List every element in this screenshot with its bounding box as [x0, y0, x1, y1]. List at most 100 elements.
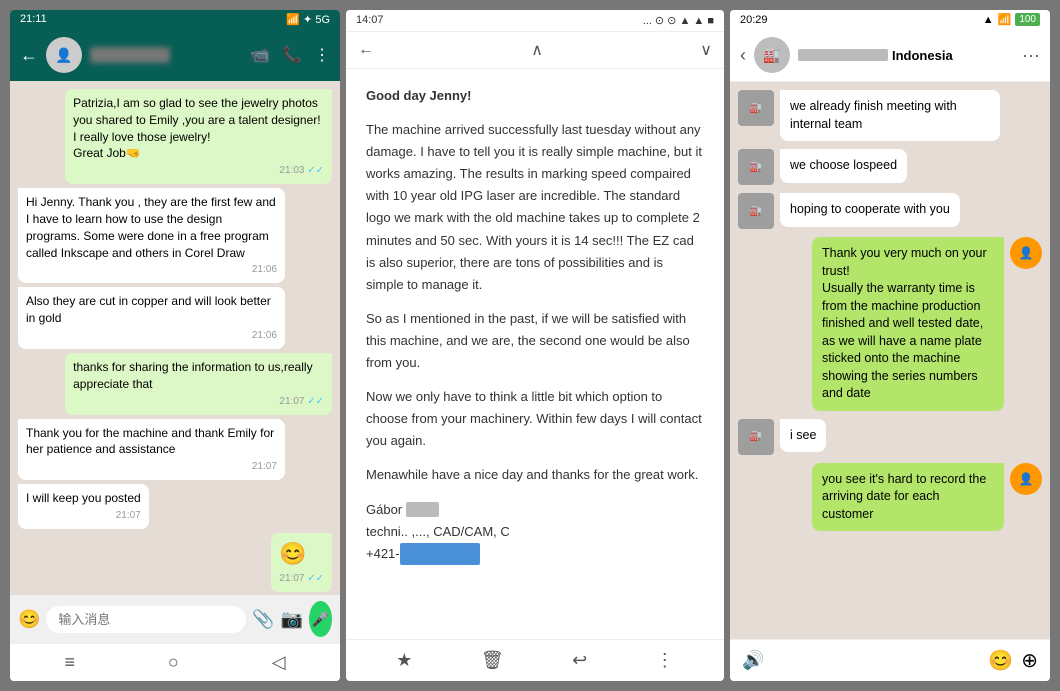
signal-icons-1: 📶 ✦ 5G	[286, 13, 330, 26]
email-paragraph-4: Menawhile have a nice day and thanks for…	[366, 464, 704, 486]
video-call-icon[interactable]: 📹	[250, 45, 270, 65]
contact-name-1: Pa—ti	[90, 47, 242, 63]
message-item: 🏭 we choose lospeed	[738, 149, 1042, 185]
audio-button[interactable]: 🔊	[742, 650, 764, 671]
battery-icon-3: 100	[1015, 13, 1040, 26]
message-item: 😊 21:07 ✓✓	[271, 533, 332, 592]
message-time: 21:07	[26, 460, 277, 474]
emoji-button[interactable]: 😊	[18, 609, 40, 630]
message-bubble: Thank you very much on your trust!Usuall…	[812, 237, 1004, 411]
message-input[interactable]	[46, 606, 246, 633]
sender-thumbnail: 🏭	[738, 193, 774, 229]
message-item: Patrizia,I am so glad to see the jewelry…	[65, 89, 332, 184]
chat-header-1: ← 👤 Pa—ti 📹 📞 ⋮	[10, 29, 340, 81]
message-item: Thank you very much on your trust!Usuall…	[812, 237, 1042, 411]
voice-message-button[interactable]: 🎤	[309, 601, 332, 637]
chat-header-3: ‹ 🏭 Indonesia ···	[730, 29, 1050, 82]
message-item: you see it's hard to record the arriving…	[812, 463, 1042, 532]
sender-thumbnail: 🏭	[738, 149, 774, 185]
back-button-1[interactable]: ←	[20, 45, 38, 66]
blurred-name	[798, 49, 888, 61]
star-button[interactable]: ★	[396, 650, 412, 671]
email-nav: ← ∧ ∨	[346, 32, 724, 69]
more-options-button[interactable]: ⋮	[656, 650, 674, 671]
email-greeting: Good day Jenny!	[366, 85, 704, 107]
scroll-down-icon[interactable]: ∨	[700, 40, 712, 60]
voice-call-icon[interactable]: 📞	[282, 45, 302, 65]
message-time: 21:07 ✓✓	[73, 395, 324, 409]
camera-button[interactable]: 📷	[281, 609, 303, 630]
email-paragraph-3: Now we only have to think a little bit w…	[366, 386, 704, 452]
home-icon[interactable]: ○	[168, 652, 179, 673]
chat-messages-3: 🏭 we already finish meeting with interna…	[730, 82, 1050, 639]
header-action-icons: 📹 📞 ⋮	[250, 45, 330, 65]
message-item: I will keep you posted 21:07	[18, 484, 149, 529]
more-options-button-3[interactable]: ···	[1022, 45, 1040, 66]
time-3: 20:29	[740, 14, 768, 26]
email-body: Good day Jenny! The machine arrived succ…	[346, 69, 724, 639]
message-item: Thank you for the machine and thank Emil…	[18, 419, 285, 481]
more-options-icon[interactable]: ⋮	[314, 45, 330, 65]
message-bubble: we choose lospeed	[780, 149, 907, 183]
status-icons-2: ... ⊙ ⊙ ▲ ▲ ■	[643, 14, 714, 27]
scroll-up-icon[interactable]: ∧	[531, 40, 543, 60]
message-text: Hi Jenny. Thank you , they are the first…	[26, 194, 277, 261]
email-message-panel: 14:07 ... ⊙ ⊙ ▲ ▲ ■ ← ∧ ∨ Good day Jenny…	[346, 10, 724, 681]
message-time: 21:06	[26, 329, 277, 343]
wifi-icon-3: 📶	[998, 13, 1012, 26]
status-bar-2: 14:07 ... ⊙ ⊙ ▲ ▲ ■	[346, 10, 724, 32]
message-bubble: we already finish meeting with internal …	[780, 90, 1000, 141]
time-1: 21:11	[20, 13, 47, 26]
message-item: 🏭 i see	[738, 419, 1042, 455]
email-paragraph-2: So as I mentioned in the past, if we wil…	[366, 308, 704, 374]
add-button-3[interactable]: ⊕	[1021, 648, 1038, 673]
message-item: Hi Jenny. Thank you , they are the first…	[18, 188, 285, 283]
my-avatar: 👤	[1010, 237, 1042, 269]
read-tick: ✓✓	[307, 165, 324, 176]
sender-thumbnail: 🏭	[738, 419, 774, 455]
group-avatar-3: 🏭	[754, 37, 790, 73]
indonesia-chat-panel: 20:29 ▲ 📶 100 ‹ 🏭 Indonesia ··· 🏭	[730, 10, 1050, 681]
chat-messages-1: Patrizia,I am so glad to see the jewelry…	[10, 81, 340, 594]
email-footer: ★ 🗑 ↩ ⋮	[346, 639, 724, 681]
message-bubble: hoping to cooperate with you	[780, 193, 960, 227]
message-text: Also they are cut in copper and will loo…	[26, 293, 277, 327]
attachment-button[interactable]: 📎	[252, 609, 274, 630]
delete-button[interactable]: 🗑	[481, 650, 504, 671]
email-signature: Gábor ˉ·ˉncz techni.. ,..., CAD/CAM, C +…	[366, 499, 704, 565]
status-bar-3: 20:29 ▲ 📶 100	[730, 10, 1050, 29]
chat-country: Indonesia	[892, 48, 953, 63]
whatsapp-chat-panel: 21:11 📶 ✦ 5G ← 👤 Pa—ti 📹 📞 ⋮ Patrizia,I …	[10, 10, 340, 681]
emoji-button-3[interactable]: 😊	[988, 648, 1013, 673]
message-text: Patrizia,I am so glad to see the jewelry…	[73, 95, 324, 162]
message-time: 21:03 ✓✓	[73, 164, 324, 178]
chat-footer-3: 🔊 😊 ⊕	[730, 639, 1050, 681]
back-icon[interactable]: ◁	[272, 652, 286, 673]
message-text: Thank you for the machine and thank Emil…	[26, 425, 277, 459]
read-tick: ✓✓	[307, 396, 324, 407]
message-time: 21:07 ✓✓	[279, 572, 324, 586]
message-item: Also they are cut in copper and will loo…	[18, 287, 285, 349]
read-tick: ✓✓	[307, 573, 324, 584]
my-avatar: 👤	[1010, 463, 1042, 495]
android-nav-bar: ≡ ○ ◁	[10, 643, 340, 681]
back-button-3[interactable]: ‹	[740, 45, 746, 66]
message-bubble: i see	[780, 419, 826, 453]
sender-thumbnail: 🏭	[738, 90, 774, 126]
message-text: thanks for sharing the information to us…	[73, 359, 324, 393]
back-button-2[interactable]: ←	[358, 41, 374, 59]
contact-avatar-1: 👤	[46, 37, 82, 73]
message-item: thanks for sharing the information to us…	[65, 353, 332, 415]
email-paragraph-1: The machine arrived successfully last tu…	[366, 119, 704, 296]
status-icons-3: ▲ 📶 100	[983, 13, 1040, 26]
message-item: 🏭 we already finish meeting with interna…	[738, 90, 1042, 141]
message-item: 🏭 hoping to cooperate with you	[738, 193, 1042, 229]
menu-icon[interactable]: ≡	[64, 652, 75, 673]
message-text: 😊	[279, 539, 324, 570]
time-2: 14:07	[356, 14, 384, 27]
message-time: 21:07	[26, 509, 141, 523]
reply-button[interactable]: ↩	[572, 650, 587, 671]
status-bar-1: 21:11 📶 ✦ 5G	[10, 10, 340, 29]
chat-title-area: Indonesia	[798, 48, 1014, 63]
signal-icon-3: ▲	[983, 14, 994, 26]
